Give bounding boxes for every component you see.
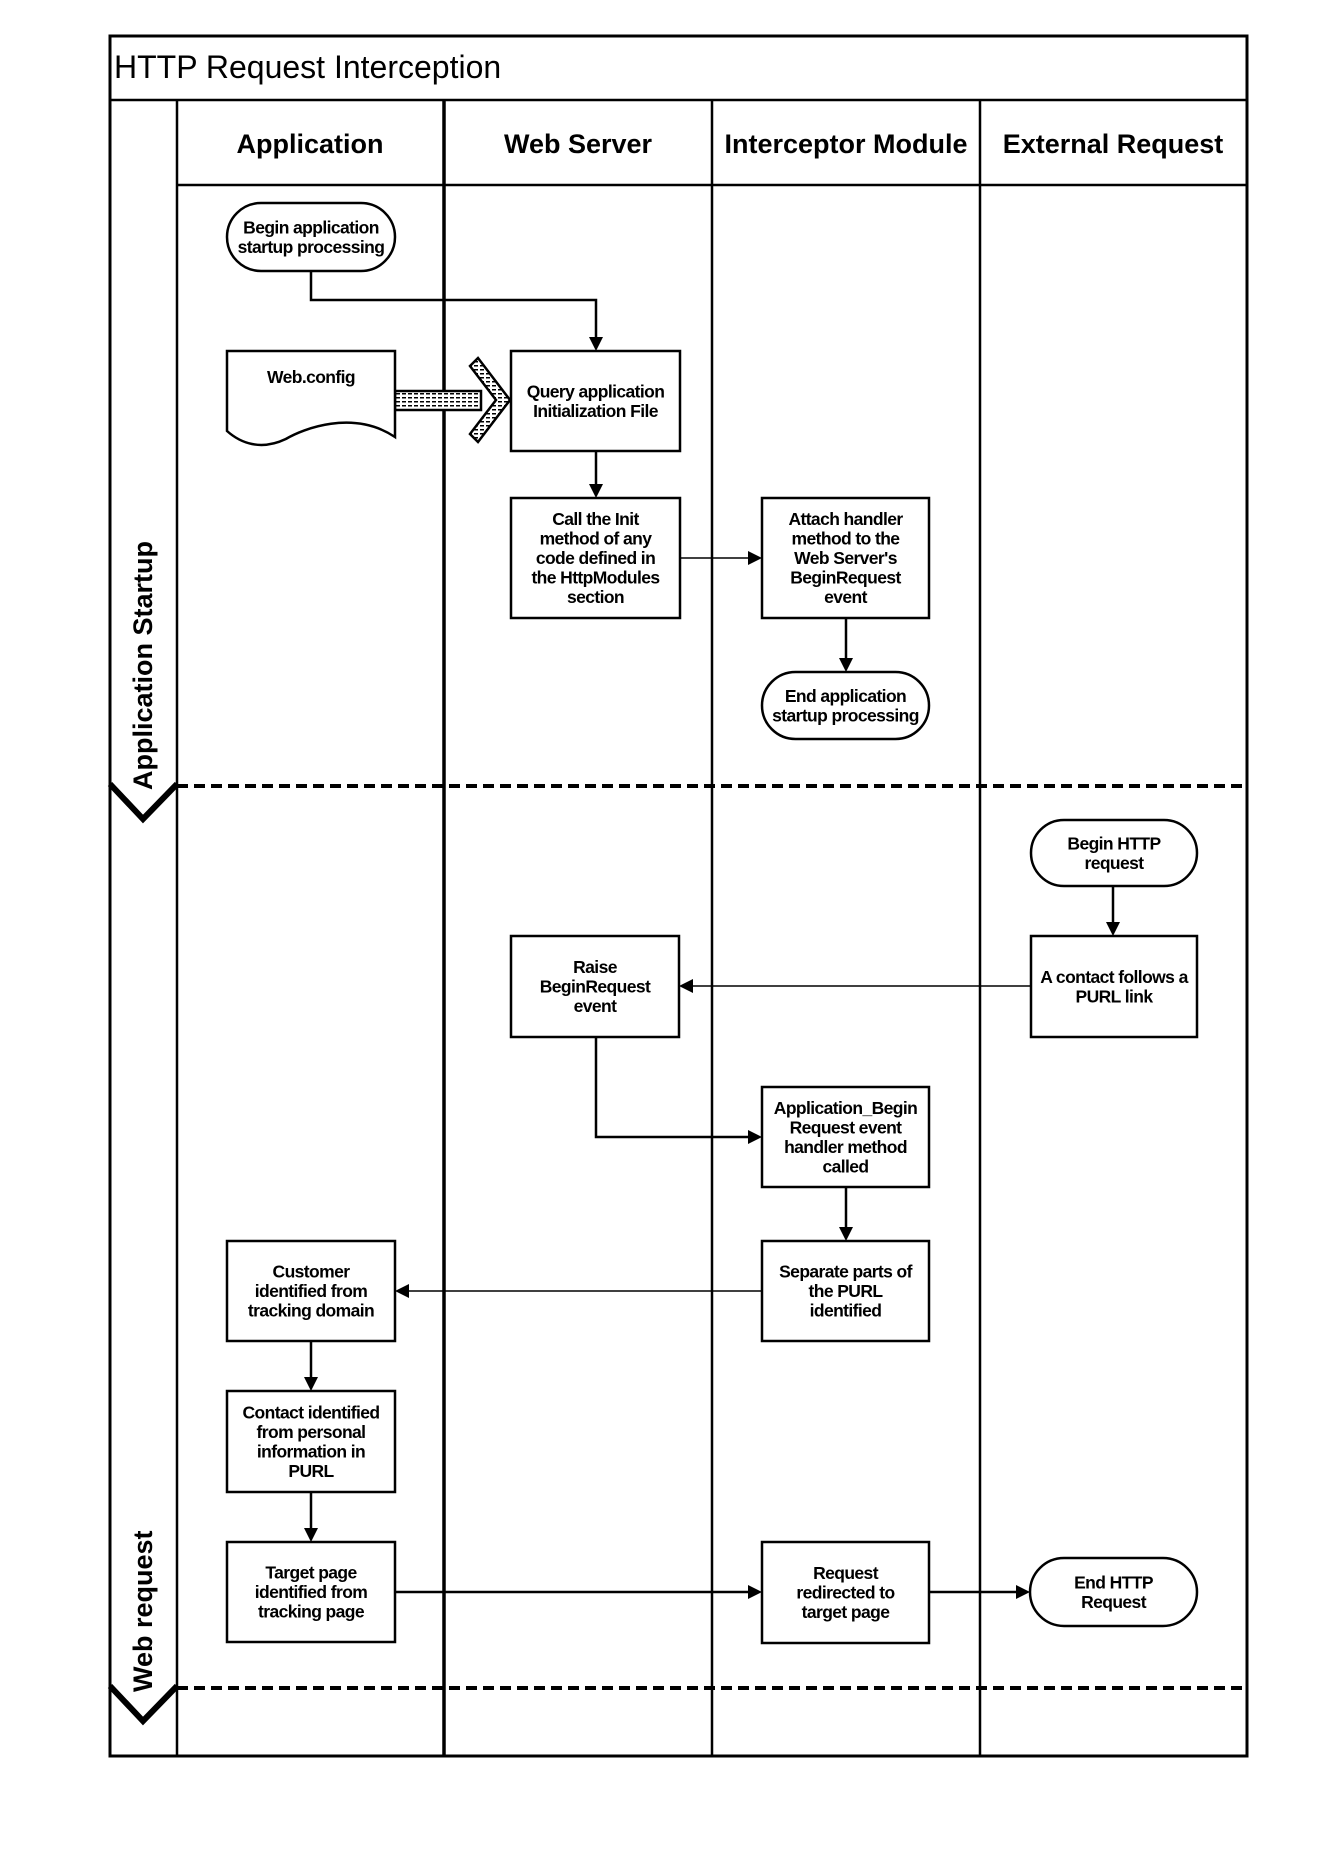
node-label-line: Begin HTTP <box>1067 833 1161 853</box>
swimlane-diagram: HTTP Request Interception Application We… <box>107 34 1249 1758</box>
node-label: End HTTP Request <box>1074 1572 1154 1612</box>
node-label-line: request <box>1084 853 1144 873</box>
node-label-line: redirected to <box>796 1583 894 1603</box>
column-header-external-request: External Request <box>1003 129 1224 159</box>
arrowhead-icon <box>839 658 853 672</box>
node-label-line: Attach handler <box>788 509 903 529</box>
arrowhead-icon <box>589 337 603 351</box>
process-query-initialization-file[interactable]: Query application Initialization File <box>509 349 682 453</box>
process-contact-identified[interactable]: Contact identified from personal informati… <box>225 1389 397 1494</box>
arrowhead-icon <box>748 551 762 565</box>
process-separate-purl-parts[interactable]: Separate parts of the PURL identified <box>760 1239 931 1343</box>
node-label-line: section <box>567 587 624 607</box>
arrowhead-icon <box>304 1528 318 1542</box>
node-label-line: identified from <box>255 1281 368 1301</box>
process-attach-handler[interactable]: Attach handler method to the Web Server's B… <box>760 496 931 620</box>
diagram-title: HTTP Request Interception <box>114 49 501 85</box>
arrowhead-icon <box>748 1585 762 1599</box>
node-label-line: event <box>824 587 867 607</box>
node-label-line: A contact follows a <box>1040 967 1188 987</box>
terminator-begin-application-startup[interactable]: Begin application startup processing <box>225 201 397 273</box>
node-label-line: Request event <box>790 1117 903 1137</box>
document-shape <box>225 349 397 447</box>
diagram-frame <box>108 34 1249 1758</box>
arrowhead-icon <box>395 1284 409 1298</box>
column-header-interceptor-module: Interceptor Module <box>724 129 967 159</box>
node-label-line: Begin application <box>243 217 379 237</box>
node-label-line: information in <box>257 1441 365 1461</box>
node-label-line: target page <box>802 1602 891 1622</box>
process-call-init-method[interactable]: Call the Init method of any code defined i… <box>509 496 682 620</box>
connector-begin-to-query <box>309 271 598 338</box>
arrowhead-icon <box>1106 922 1120 936</box>
arrowhead-icon <box>839 1227 853 1241</box>
node-label-line: Separate parts of <box>779 1262 913 1282</box>
terminator-end-http-request[interactable]: End HTTP Request <box>1028 1556 1199 1628</box>
node-label-line: Web.config <box>267 367 355 387</box>
process-customer-identified[interactable]: Customer identified from tracking domain <box>225 1239 397 1343</box>
node-label-line: the PURL <box>809 1281 884 1301</box>
arrowhead-icon <box>748 1130 762 1144</box>
arrowhead-icon <box>1016 1585 1030 1599</box>
node-label: End application startup processing <box>772 686 919 726</box>
terminator-end-application-startup[interactable]: End application startup processing <box>760 670 931 741</box>
node-label-line: End application <box>785 686 906 706</box>
node-label-line: startup processing <box>238 237 385 257</box>
process-application-beginrequest-handler[interactable]: Application_Begin Request event handler me… <box>760 1085 931 1189</box>
arrowhead-icon <box>304 1377 318 1391</box>
process-request-redirected[interactable]: Request redirected to target page <box>760 1540 931 1645</box>
process-raise-beginrequest[interactable]: Raise BeginRequest event <box>509 934 681 1039</box>
document-web-config[interactable]: Web.config <box>225 349 397 447</box>
node-label-line: Call the Init <box>552 509 639 529</box>
node-label-line: PURL <box>288 1461 334 1481</box>
node-label-line: handler method <box>784 1137 907 1157</box>
process-contact-follows-purl[interactable]: A contact follows a PURL link <box>1029 934 1199 1039</box>
node-label-line: Application_Begin <box>774 1098 917 1118</box>
node-label-line: method of any <box>540 529 653 549</box>
node-label-line: code defined in <box>536 548 655 568</box>
node-label: Begin application startup processing <box>238 217 385 257</box>
node-label: Web.config <box>267 367 355 387</box>
arrowhead-icon <box>589 484 603 498</box>
terminator-begin-http-request[interactable]: Begin HTTP request <box>1029 818 1199 888</box>
node-label-line: End HTTP <box>1074 1572 1154 1592</box>
node-label-line: called <box>822 1156 868 1176</box>
node-label: Query application Initialization File <box>527 381 665 421</box>
node-label-line: BeginRequest <box>540 977 651 997</box>
node-label-line: identified <box>810 1301 882 1321</box>
node-label-line: tracking page <box>258 1602 365 1622</box>
node-label-line: method to the <box>792 529 901 549</box>
lane-label-application-startup: Application Startup <box>128 541 158 790</box>
node-label-line: Customer <box>273 1262 351 1282</box>
arrowhead-icon <box>679 979 693 993</box>
striped-block-arrow-icon <box>393 356 512 444</box>
node-label-line: Raise <box>573 957 618 977</box>
node-label-line: identified from <box>255 1582 368 1602</box>
lane-label-web-request: Web request <box>128 1530 158 1692</box>
node-label-line: Contact identified <box>243 1402 380 1422</box>
node-label-line: Request <box>1081 1592 1147 1612</box>
node-label-line: startup processing <box>772 705 919 725</box>
node-label-line: BeginRequest <box>790 568 901 588</box>
node-label-line: the HttpModules <box>531 568 660 588</box>
node-label-line: Query application <box>527 381 665 401</box>
node-label-line: Web Server's <box>794 548 898 568</box>
node-label-line: Target page <box>265 1563 357 1583</box>
connector-raise-to-handler <box>594 1037 749 1139</box>
node-label-line: tracking domain <box>248 1301 374 1321</box>
node-label-line: Request <box>813 1563 879 1583</box>
column-header-web-server: Web Server <box>504 129 653 159</box>
node-label-line: event <box>574 996 617 1016</box>
node-label: Target page identified from tracking page <box>255 1563 368 1622</box>
column-header-application: Application <box>237 129 384 159</box>
node-label-line: from personal <box>257 1422 366 1442</box>
process-target-page-identified[interactable]: Target page identified from tracking page <box>225 1540 397 1644</box>
node-label-line: Initialization File <box>533 401 659 421</box>
node-label-line: PURL link <box>1076 986 1154 1006</box>
